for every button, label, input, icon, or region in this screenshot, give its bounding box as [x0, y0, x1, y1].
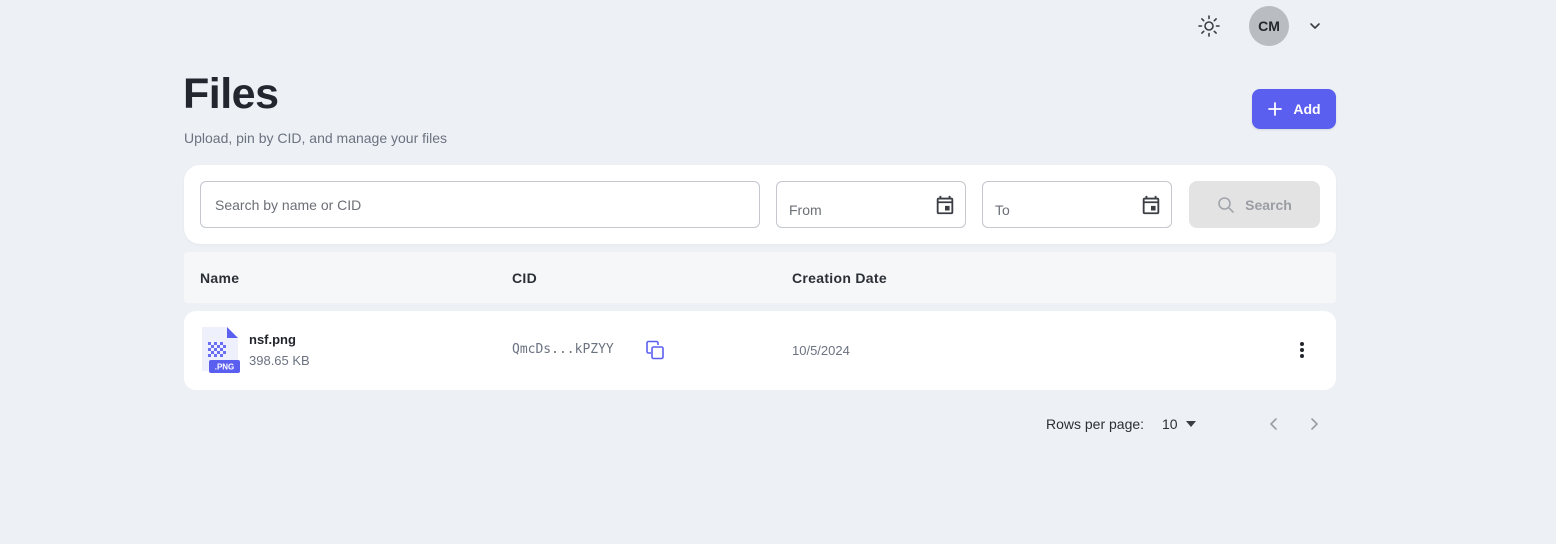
user-menu-button[interactable]	[1305, 16, 1325, 36]
rows-per-page-label: Rows per page:	[1046, 416, 1145, 432]
rows-per-page-select[interactable]: 10	[1162, 414, 1202, 434]
row-actions-button[interactable]	[1290, 338, 1314, 362]
table-header: Name CID Creation Date	[184, 252, 1336, 303]
search-input[interactable]	[200, 181, 760, 228]
rows-per-page-value: 10	[1162, 416, 1178, 432]
chevron-down-icon	[1310, 23, 1320, 29]
column-header-name[interactable]: Name	[200, 270, 239, 286]
to-date-field[interactable]: To	[982, 181, 1172, 228]
caret-down-icon	[1185, 421, 1196, 427]
search-button-label: Search	[1245, 196, 1292, 213]
page-title: Files	[183, 70, 279, 118]
from-date-field[interactable]: From	[776, 181, 966, 228]
user-avatar[interactable]: CM	[1249, 6, 1289, 46]
previous-page-button[interactable]	[1264, 414, 1284, 434]
file-name[interactable]: nsf.png	[249, 332, 296, 347]
from-date-label: From	[789, 202, 822, 218]
file-type-badge: .PNG	[215, 363, 235, 372]
search-icon	[1218, 196, 1234, 213]
column-header-cid[interactable]: CID	[512, 270, 537, 286]
column-header-creation-date[interactable]: Creation Date	[792, 270, 887, 286]
calendar-icon[interactable]	[934, 194, 956, 216]
filter-bar: From To Search	[184, 165, 1336, 244]
table-row[interactable]: .PNG nsf.png 398.65 KB QmcDs...kPZYY 10/…	[184, 311, 1336, 390]
theme-toggle-button[interactable]	[1193, 10, 1225, 42]
file-size: 398.65 KB	[249, 353, 310, 368]
calendar-icon[interactable]	[1140, 194, 1162, 216]
page-subtitle: Upload, pin by CID, and manage your file…	[184, 130, 448, 146]
creation-date: 10/5/2024	[792, 343, 850, 358]
search-button[interactable]: Search	[1189, 181, 1320, 228]
plus-icon	[1268, 102, 1283, 116]
more-vertical-icon	[1300, 342, 1304, 358]
top-bar: CM	[0, 0, 1556, 54]
chevron-right-icon	[1311, 418, 1318, 430]
to-date-label: To	[995, 202, 1010, 218]
png-file-icon: .PNG	[202, 327, 240, 373]
add-button-label: Add	[1293, 101, 1321, 117]
chevron-left-icon	[1270, 418, 1277, 430]
sun-icon	[1198, 15, 1220, 37]
next-page-button[interactable]	[1304, 414, 1324, 434]
add-file-button[interactable]: Add	[1252, 89, 1336, 129]
copy-icon[interactable]	[644, 339, 666, 361]
file-cid: QmcDs...kPZYY	[512, 342, 614, 357]
